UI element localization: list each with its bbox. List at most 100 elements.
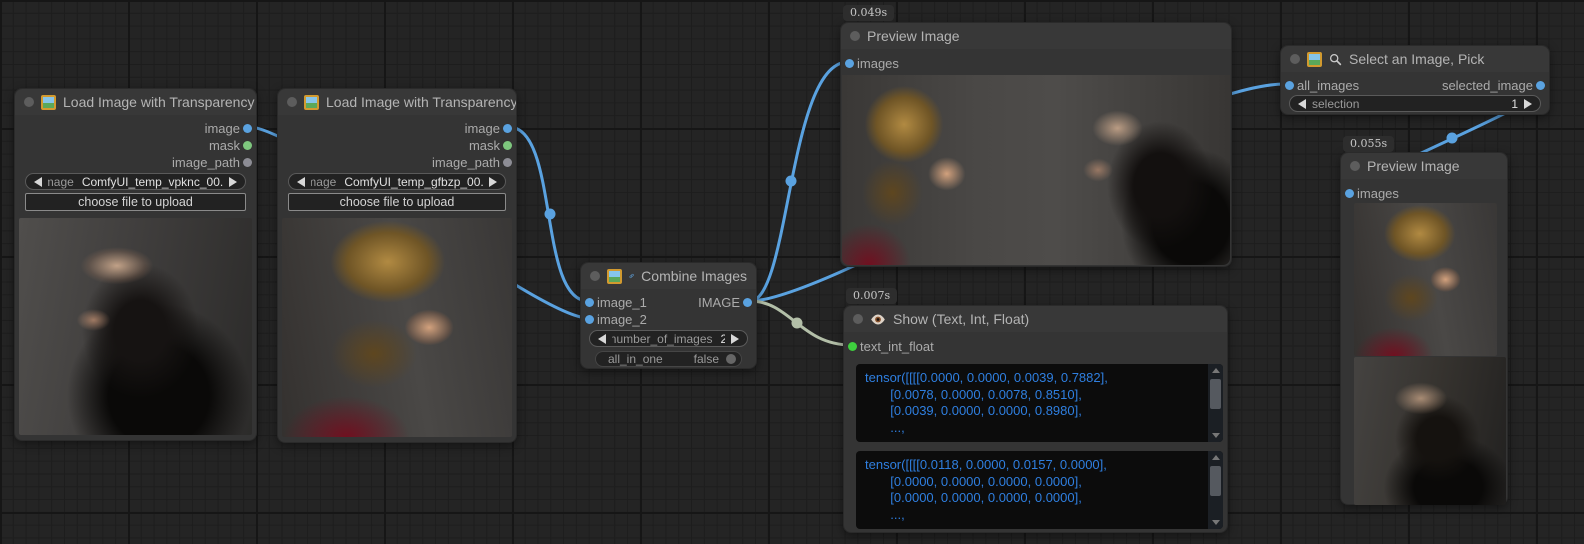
scroll-down-icon[interactable] — [1208, 516, 1223, 529]
slot-label: image — [465, 121, 500, 136]
scrollbar[interactable] — [1208, 364, 1223, 442]
collapse-dot[interactable] — [853, 314, 863, 324]
collapse-dot[interactable] — [1350, 161, 1360, 171]
node-load-image-2[interactable]: Load Image with Transparency image mask … — [277, 88, 517, 443]
slot-label: IMAGE — [698, 295, 740, 310]
slot-dot-image[interactable] — [243, 124, 252, 133]
slot-dot-images[interactable] — [1345, 189, 1354, 198]
scrollbar[interactable] — [1208, 451, 1223, 529]
wire-combine-to-preview-top[interactable] — [750, 62, 848, 301]
combo-value: ComfyUI_temp_vpknc_00... — [82, 175, 223, 189]
scroll-up-icon[interactable] — [1208, 364, 1223, 377]
slot-dot-mask[interactable] — [503, 141, 512, 150]
collapse-dot[interactable] — [590, 271, 600, 281]
node-preview-image-right[interactable]: Preview Image images — [1340, 152, 1508, 505]
combo-label: number_of_images — [612, 332, 713, 346]
node-title[interactable]: Preview Image — [841, 23, 1231, 49]
arrow-left-icon[interactable] — [297, 177, 305, 187]
image-filename-combo[interactable]: image ComfyUI_temp_vpknc_00... — [25, 173, 246, 190]
arrow-right-icon[interactable] — [229, 177, 237, 187]
combo-label: image — [48, 175, 74, 189]
arrow-right-icon[interactable] — [1524, 99, 1532, 109]
scroll-thumb[interactable] — [1210, 466, 1221, 496]
collapse-dot[interactable] — [287, 97, 297, 107]
collapse-dot[interactable] — [1290, 54, 1300, 64]
slot-dot-mask[interactable] — [243, 141, 252, 150]
image-preview-2 — [1354, 357, 1506, 505]
toggle-knob-icon[interactable] — [726, 354, 736, 364]
slot-output-selected-image: selected_image — [1281, 77, 1549, 94]
scroll-up-icon[interactable] — [1208, 451, 1223, 464]
slot-label: images — [857, 56, 899, 71]
arrow-left-icon[interactable] — [1298, 99, 1306, 109]
combo-label: image — [311, 175, 336, 189]
choose-file-button[interactable]: choose file to upload — [288, 193, 506, 211]
wire-midpoint-dot[interactable] — [545, 209, 556, 220]
collapse-dot[interactable] — [850, 31, 860, 41]
slot-input-text-int-float: text_int_float — [844, 338, 1227, 355]
choose-file-button[interactable]: choose file to upload — [25, 193, 246, 211]
button-label: choose file to upload — [78, 195, 193, 209]
node-title[interactable]: Show (Text, Int, Float) — [844, 306, 1227, 332]
slot-dot-image[interactable] — [503, 124, 512, 133]
slot-label: image_path — [432, 155, 500, 170]
node-load-image-1[interactable]: Load Image with Transparency image mask … — [14, 88, 257, 441]
scroll-thumb[interactable] — [1210, 379, 1221, 409]
combo-value: 1 — [1511, 97, 1518, 111]
node-title[interactable]: Load Image with Transparency — [278, 89, 516, 115]
wire-midpoint-dot[interactable] — [792, 318, 803, 329]
all-in-one-toggle[interactable]: all_in_one false — [595, 351, 742, 367]
node-show-text-int-float[interactable]: Show (Text, Int, Float) text_int_float t… — [843, 305, 1228, 533]
wire-midpoint-dot[interactable] — [1447, 133, 1458, 144]
image-icon — [304, 95, 319, 110]
slot-input-image2: image_2 — [581, 311, 756, 328]
slot-dot-selected-image[interactable] — [1536, 81, 1545, 90]
slot-dot-image2[interactable] — [585, 315, 594, 324]
slot-label: image — [205, 121, 240, 136]
wire-midpoint-dot[interactable] — [786, 176, 797, 187]
number-of-images-combo[interactable]: number_of_images2 — [589, 330, 748, 347]
slot-dot-text-int-float[interactable] — [848, 342, 857, 351]
slot-output-image-path: image_path — [278, 154, 516, 171]
node-select-an-image[interactable]: Select an Image, Pick all_images selecte… — [1280, 45, 1550, 115]
node-title[interactable]: Load Image with Transparency — [15, 89, 256, 115]
arrow-left-icon[interactable] — [598, 334, 606, 344]
slot-dot-image-path[interactable] — [243, 158, 252, 167]
arrow-right-icon[interactable] — [731, 334, 739, 344]
execution-time-badge: 0.049s — [843, 5, 894, 21]
image-filename-combo[interactable]: imageComfyUI_temp_gfbzp_00... — [288, 173, 506, 190]
node-title-label: Show (Text, Int, Float) — [893, 311, 1029, 327]
search-icon — [1329, 53, 1342, 66]
node-preview-image-top[interactable]: Preview Image images — [840, 22, 1232, 267]
slot-label: images — [1357, 186, 1399, 201]
scroll-down-icon[interactable] — [1208, 429, 1223, 442]
eye-icon — [870, 313, 886, 326]
image-icon — [1307, 52, 1322, 67]
node-combine-images[interactable]: Combine Images image_1 image_2 IMAGE num… — [580, 262, 757, 369]
slot-label: mask — [469, 138, 500, 153]
node-title[interactable]: Combine Images — [581, 263, 756, 289]
tensor-text: tensor([[[[0.0000, 0.0000, 0.0039, 0.788… — [865, 370, 1203, 442]
collapse-dot[interactable] — [24, 97, 34, 107]
node-title[interactable]: Preview Image — [1341, 153, 1507, 179]
tensor-output-textarea-1[interactable]: tensor([[[[0.0000, 0.0000, 0.0039, 0.788… — [856, 364, 1223, 442]
node-title[interactable]: Select an Image, Pick — [1281, 46, 1549, 72]
image-preview-1 — [1354, 203, 1497, 356]
arrow-left-icon[interactable] — [34, 177, 42, 187]
slot-output-image: image — [15, 120, 256, 137]
execution-time-badge: 0.055s — [1343, 136, 1394, 152]
selection-combo[interactable]: selection1 — [1289, 95, 1541, 112]
slot-dot-image-out[interactable] — [743, 298, 752, 307]
slot-dot-images[interactable] — [845, 59, 854, 68]
node-graph-canvas[interactable]: Load Image with Transparency image mask … — [0, 0, 1584, 544]
slot-label: text_int_float — [860, 339, 934, 354]
slot-input-images: images — [841, 55, 1231, 72]
slot-dot-image-path[interactable] — [503, 158, 512, 167]
toggle-value: false — [694, 352, 719, 366]
tensor-output-textarea-2[interactable]: tensor([[[[0.0118, 0.0000, 0.0157, 0.000… — [856, 451, 1223, 529]
slot-output-mask: mask — [278, 137, 516, 154]
arrow-right-icon[interactable] — [489, 177, 497, 187]
node-title-label: Preview Image — [1367, 158, 1460, 174]
node-title-label: Load Image with Transparency — [326, 94, 516, 110]
button-label: choose file to upload — [340, 195, 455, 209]
